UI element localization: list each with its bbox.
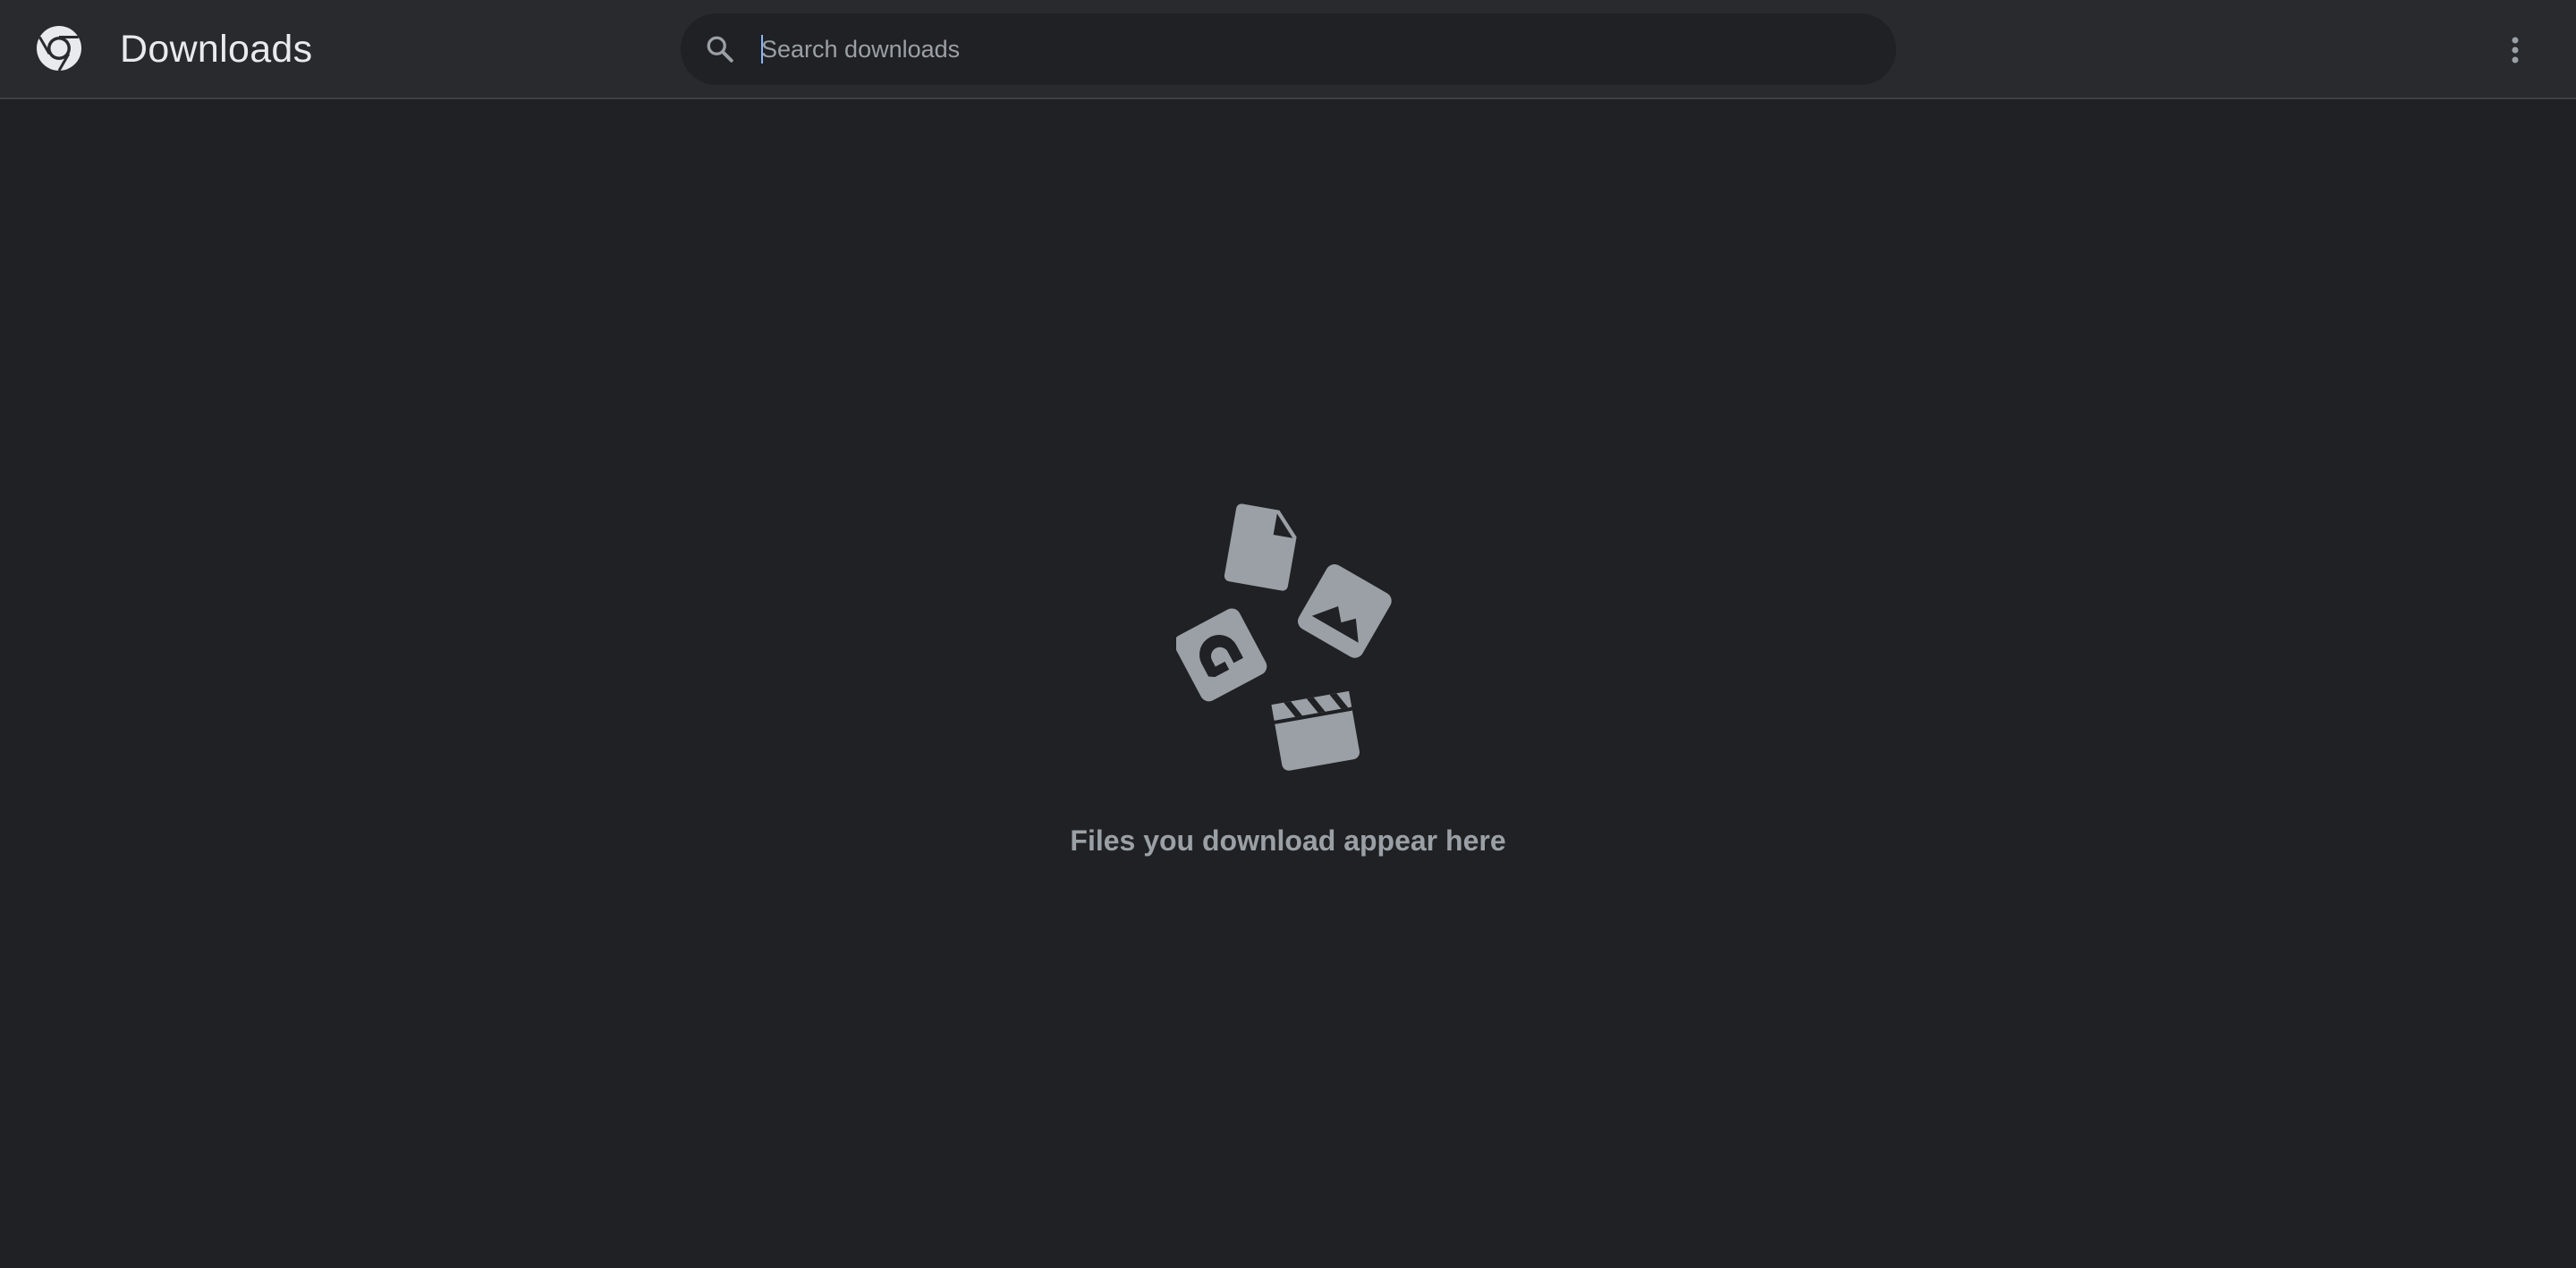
empty-state-message: Files you download appear here <box>1070 824 1506 857</box>
chrome-logo-icon <box>37 26 81 72</box>
video-clapper-icon <box>1271 690 1360 771</box>
image-icon <box>1298 564 1392 658</box>
more-options-button[interactable] <box>2494 29 2537 72</box>
page-title: Downloads <box>120 28 313 71</box>
search-input[interactable] <box>761 13 1870 85</box>
text-caret <box>761 35 763 63</box>
search-box[interactable] <box>681 13 1896 85</box>
search-icon[interactable] <box>704 33 736 65</box>
document-icon <box>1224 503 1297 591</box>
audio-icon <box>1176 608 1267 702</box>
more-vert-icon[interactable] <box>2510 36 2521 64</box>
empty-downloads-illustration <box>1176 503 1392 771</box>
toolbar: Downloads <box>0 0 2576 99</box>
